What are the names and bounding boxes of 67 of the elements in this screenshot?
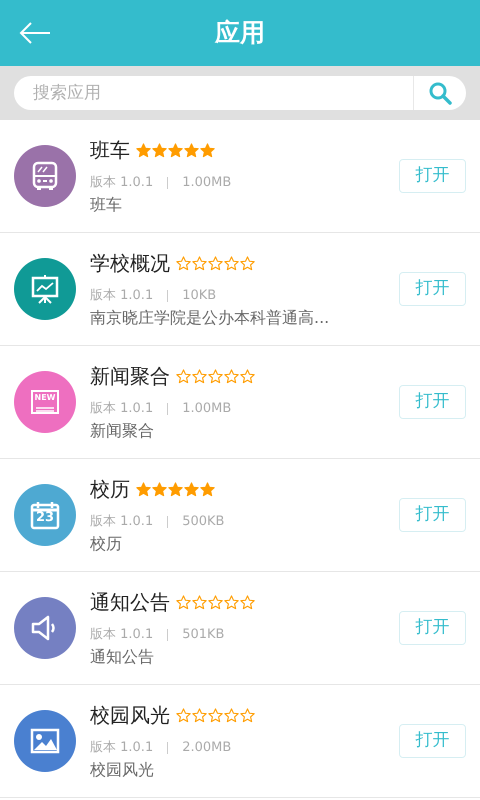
version-label: 版本 1.0.1 xyxy=(90,739,154,758)
app-description: 校历 xyxy=(90,534,122,553)
open-button[interactable]: 打开 xyxy=(399,385,466,419)
version-label: 版本 1.0.1 xyxy=(90,513,154,532)
app-name: 校园风光 xyxy=(90,705,170,726)
empty-star-icon xyxy=(224,594,239,610)
empty-star-icon xyxy=(240,708,255,723)
filled-star-icon xyxy=(168,482,183,497)
calendar-icon xyxy=(29,499,61,531)
empty-star-icon xyxy=(208,594,223,610)
filled-star-icon xyxy=(152,482,167,497)
open-button[interactable]: 打开 xyxy=(399,272,466,306)
app-description: 南京晓庄学院是公办本科普通高... xyxy=(90,308,330,327)
app-name: 学校概况 xyxy=(90,253,170,274)
empty-star-icon xyxy=(208,256,223,271)
app-name: 通知公告 xyxy=(90,592,170,612)
empty-star-icon xyxy=(192,594,207,610)
empty-star-icon xyxy=(192,256,207,271)
size-label: 1.00MB xyxy=(182,174,232,192)
empty-star-icon xyxy=(176,594,191,610)
search-icon[interactable] xyxy=(428,81,452,105)
open-button[interactable]: 打开 xyxy=(399,611,466,645)
filled-star-icon xyxy=(200,482,215,497)
version-label: 版本 1.0.1 xyxy=(90,174,154,192)
empty-star-icon xyxy=(176,256,191,271)
filled-star-icon xyxy=(184,482,199,497)
open-button[interactable]: 打开 xyxy=(399,498,466,532)
filled-star-icon xyxy=(168,142,183,158)
filled-star-icon xyxy=(136,482,151,497)
empty-star-icon xyxy=(224,368,239,384)
empty-star-icon xyxy=(208,368,223,384)
chart-board-icon xyxy=(29,273,61,305)
empty-star-icon xyxy=(192,368,207,384)
app-name: 班车 xyxy=(90,140,130,160)
app-description: 新闻聚合 xyxy=(90,420,154,440)
filled-star-icon xyxy=(136,142,151,158)
empty-star-icon xyxy=(176,708,191,723)
filled-star-icon xyxy=(152,142,167,158)
empty-star-icon xyxy=(240,368,255,384)
empty-star-icon xyxy=(176,368,191,384)
page-title: 应用 xyxy=(215,17,265,50)
size-label: 501KB xyxy=(182,626,224,644)
size-label: 500KB xyxy=(182,513,224,532)
empty-star-icon xyxy=(208,708,223,723)
back-icon[interactable] xyxy=(18,20,52,46)
size-label: 10KB xyxy=(182,287,216,306)
app-name: 新闻聚合 xyxy=(90,366,170,386)
empty-star-icon xyxy=(240,256,255,271)
version-label: 版本 1.0.1 xyxy=(90,626,154,644)
open-button[interactable]: 打开 xyxy=(399,724,466,758)
icon-label: NEW xyxy=(34,394,56,402)
empty-star-icon xyxy=(224,256,239,271)
open-button[interactable]: 打开 xyxy=(399,159,466,193)
filled-star-icon xyxy=(200,142,215,158)
size-label: 2.00MB xyxy=(182,739,232,758)
version-label: 版本 1.0.1 xyxy=(90,287,154,306)
empty-star-icon xyxy=(224,708,239,723)
icon-label: 23 xyxy=(34,511,56,524)
app-description: 校园风光 xyxy=(90,760,154,779)
version-label: 版本 1.0.1 xyxy=(90,400,154,418)
app-description: 班车 xyxy=(90,194,122,214)
empty-star-icon xyxy=(192,708,207,723)
filled-star-icon xyxy=(184,142,199,158)
empty-star-icon xyxy=(240,594,255,610)
app-description: 通知公告 xyxy=(90,646,154,666)
app-name: 校历 xyxy=(90,479,130,500)
size-label: 1.00MB xyxy=(182,400,232,418)
